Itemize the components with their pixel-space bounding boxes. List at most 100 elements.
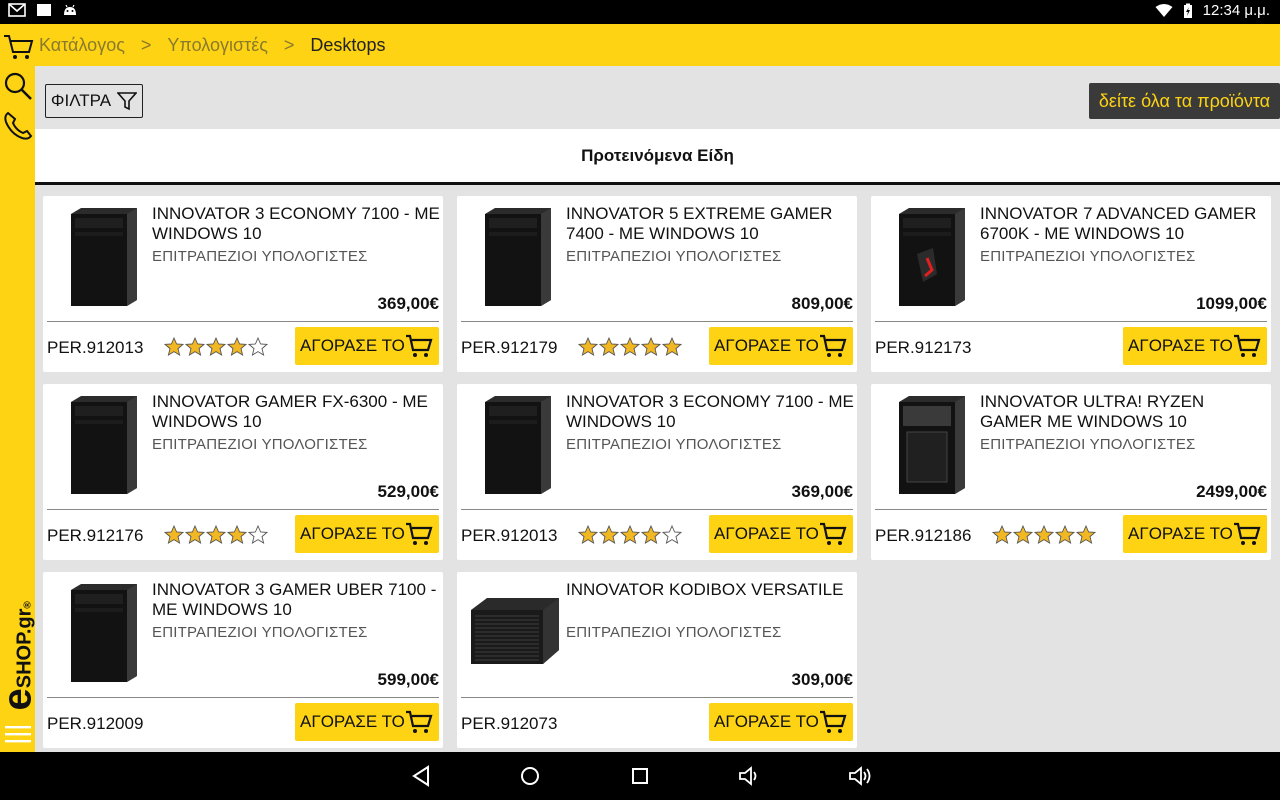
status-bar: 12:34 μ.μ. — [0, 0, 1280, 24]
buy-button[interactable]: ΑΓΟΡΑΣΕ ΤΟ — [295, 327, 439, 365]
product-sku: PER.912179 — [461, 338, 558, 357]
product-card[interactable]: INNOVATOR ULTRA! RYZEN GAMER ME WINDOWS … — [871, 384, 1271, 560]
navigation-bar — [0, 752, 1280, 800]
product-image[interactable] — [51, 580, 151, 686]
star-filled-icon — [227, 337, 247, 356]
product-image[interactable] — [51, 392, 151, 498]
product-name[interactable]: INNOVATOR ULTRA! RYZEN GAMER ME WINDOWS … — [980, 392, 1268, 432]
home-icon[interactable] — [517, 764, 543, 788]
cart-icon[interactable] — [2, 30, 34, 62]
buy-label: ΑΓΟΡΑΣΕ ΤΟ — [1128, 524, 1233, 543]
breadcrumb-item-catalog[interactable]: Κατάλογος — [39, 35, 125, 56]
cart-icon — [406, 710, 433, 733]
product-price: 809,00€ — [791, 294, 853, 313]
product-price: 369,00€ — [377, 294, 439, 313]
filter-label: ΦΙΛΤΡΑ — [50, 91, 112, 110]
star-filled-icon — [185, 525, 205, 544]
star-empty-icon — [248, 337, 268, 356]
breadcrumb: Κατάλογος > Υπολογιστές > Desktops — [39, 35, 385, 56]
phone-icon[interactable] — [2, 110, 34, 142]
wifi-icon — [1155, 3, 1173, 17]
buy-button[interactable]: ΑΓΟΡΑΣΕ ΤΟ — [295, 703, 439, 741]
volume-down-icon[interactable] — [737, 764, 763, 788]
filter-button[interactable]: ΦΙΛΤΡΑ — [45, 84, 143, 118]
product-image[interactable] — [465, 204, 565, 310]
gallery-icon — [37, 4, 51, 16]
product-name[interactable]: INNOVATOR 7 ADVANCED GAMER 6700K - ME WI… — [980, 204, 1268, 244]
product-category: ΕΠΙΤΡΑΠΕΖΙΟΙ ΥΠΟΛΟΓΙΣΤΕΣ — [566, 436, 782, 453]
battery-icon — [1183, 3, 1192, 18]
logo-e: e — [0, 688, 35, 710]
star-filled-icon — [578, 337, 598, 356]
card-divider — [461, 697, 853, 698]
star-filled-icon — [1055, 525, 1075, 544]
buy-label: ΑΓΟΡΑΣΕ ΤΟ — [300, 336, 405, 355]
star-filled-icon — [164, 525, 184, 544]
product-price: 2499,00€ — [1196, 482, 1267, 501]
breadcrumb-item-computers[interactable]: Υπολογιστές — [167, 35, 268, 56]
product-name[interactable]: INNOVATOR 3 GAMER UBER 7100 - ME WINDOWS… — [152, 580, 440, 620]
product-image[interactable] — [879, 204, 979, 310]
star-filled-icon — [578, 525, 598, 544]
star-filled-icon — [1013, 525, 1033, 544]
section-title: Προτεινόμενα Είδη — [35, 129, 1280, 185]
cart-icon — [820, 334, 847, 357]
star-filled-icon — [662, 337, 682, 356]
cart-icon — [406, 522, 433, 545]
product-card[interactable]: INNOVATOR 3 ECONOMY 7100 - ME WINDOWS 10… — [43, 196, 443, 372]
buy-button[interactable]: ΑΓΟΡΑΣΕ ΤΟ — [1123, 515, 1267, 553]
system-status: 12:34 μ.μ. — [1155, 2, 1270, 19]
product-image[interactable] — [51, 204, 151, 310]
back-icon[interactable] — [408, 764, 434, 788]
card-divider — [47, 509, 439, 510]
product-category: ΕΠΙΤΡΑΠΕΖΙΟΙ ΥΠΟΛΟΓΙΣΤΕΣ — [980, 248, 1196, 265]
star-filled-icon — [641, 337, 661, 356]
buy-button[interactable]: ΑΓΟΡΑΣΕ ΤΟ — [709, 703, 853, 741]
buy-button[interactable]: ΑΓΟΡΑΣΕ ΤΟ — [295, 515, 439, 553]
tower-gamer-red-icon — [899, 208, 965, 306]
buy-label: ΑΓΟΡΑΣΕ ΤΟ — [300, 712, 405, 731]
menu-icon[interactable] — [5, 724, 31, 744]
buy-button[interactable]: ΑΓΟΡΑΣΕ ΤΟ — [1123, 327, 1267, 365]
product-price: 369,00€ — [791, 482, 853, 501]
volume-up-icon[interactable] — [847, 764, 873, 788]
product-card[interactable]: INNOVATOR 5 EXTREME GAMER 7400 - ME WIND… — [457, 196, 857, 372]
star-filled-icon — [599, 525, 619, 544]
search-icon[interactable] — [2, 70, 34, 102]
rating-stars — [164, 337, 268, 357]
product-sku: PER.912173 — [875, 338, 972, 357]
buy-button[interactable]: ΑΓΟΡΑΣΕ ΤΟ — [709, 515, 853, 553]
card-divider — [461, 509, 853, 510]
product-name[interactable]: INNOVATOR 3 ECONOMY 7100 - ME WINDOWS 10 — [566, 392, 854, 432]
product-card[interactable]: INNOVATOR 7 ADVANCED GAMER 6700K - ME WI… — [871, 196, 1271, 372]
card-divider — [875, 321, 1267, 322]
product-sku: PER.912013 — [461, 526, 558, 545]
notification-icons — [8, 3, 78, 17]
product-card[interactable]: INNOVATOR 3 GAMER UBER 7100 - ME WINDOWS… — [43, 572, 443, 748]
rating-stars — [578, 337, 682, 357]
logo-reg: ® — [22, 601, 34, 609]
tower-black-icon — [71, 208, 137, 306]
card-divider — [461, 321, 853, 322]
product-card[interactable]: INNOVATOR KODIBOX VERSATILE ΕΠΙΤΡΑΠΕΖΙΟΙ … — [457, 572, 857, 748]
recents-icon[interactable] — [627, 764, 653, 788]
tower-black-icon — [71, 396, 137, 494]
buy-button[interactable]: ΑΓΟΡΑΣΕ ΤΟ — [709, 327, 853, 365]
product-category: ΕΠΙΤΡΑΠΕΖΙΟΙ ΥΠΟΛΟΓΙΣΤΕΣ — [566, 248, 782, 265]
product-name[interactable]: INNOVATOR 5 EXTREME GAMER 7400 - ME WIND… — [566, 204, 854, 244]
product-image[interactable] — [465, 580, 565, 686]
product-image[interactable] — [879, 392, 979, 498]
product-card[interactable]: INNOVATOR 3 ECONOMY 7100 - ME WINDOWS 10… — [457, 384, 857, 560]
product-name[interactable]: INNOVATOR GAMER FX-6300 - ME WINDOWS 10 — [152, 392, 440, 432]
view-all-products-button[interactable]: δείτε όλα τα προϊόντα — [1089, 83, 1280, 119]
product-sku: PER.912073 — [461, 714, 558, 733]
card-divider — [47, 697, 439, 698]
product-category: ΕΠΙΤΡΑΠΕΖΙΟΙ ΥΠΟΛΟΓΙΣΤΕΣ — [152, 624, 368, 641]
product-name[interactable]: INNOVATOR 3 ECONOMY 7100 - ME WINDOWS 10 — [152, 204, 440, 244]
product-sku: PER.912009 — [47, 714, 144, 733]
product-card[interactable]: INNOVATOR GAMER FX-6300 - ME WINDOWS 10 Ε… — [43, 384, 443, 560]
breadcrumb-separator: > — [140, 34, 152, 55]
mini-cube-icon — [471, 598, 559, 664]
product-image[interactable] — [465, 392, 565, 498]
product-name[interactable]: INNOVATOR KODIBOX VERSATILE — [566, 580, 854, 600]
